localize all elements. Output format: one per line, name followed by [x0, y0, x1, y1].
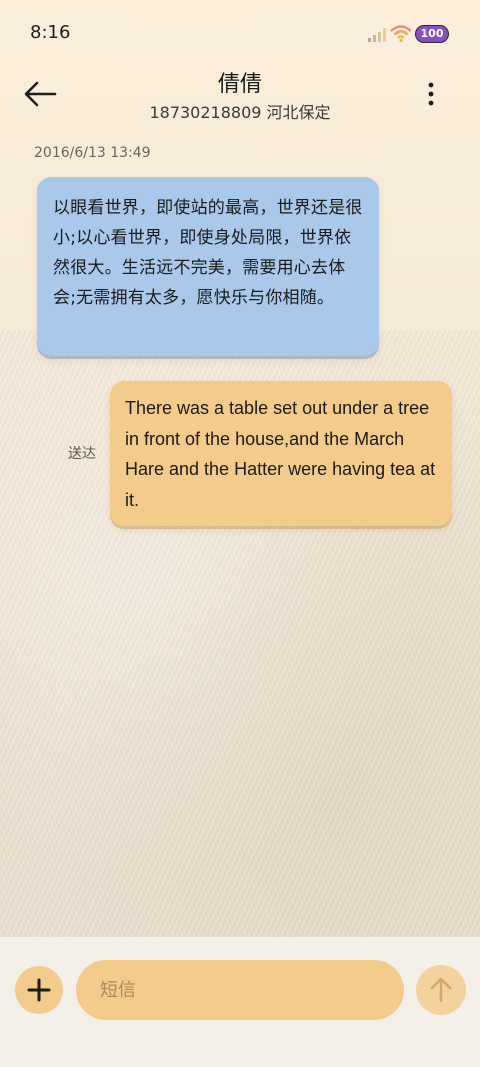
add-attachment-button[interactable] [15, 966, 63, 1014]
outgoing-message-text: There was a table set out under a tree i… [125, 398, 436, 510]
contact-name: 倩倩 [217, 72, 262, 97]
send-arrow-icon [430, 977, 452, 1003]
contact-subtitle: 18730218809 河北保定 [149, 103, 331, 122]
wifi-icon [390, 25, 412, 42]
signal-icon [368, 28, 386, 42]
incoming-message-text: 以眼看世界，即使站的最高，世界还是很小;以心看世界，即使身处局限，世界依然很大。… [53, 198, 363, 308]
message-timestamp: 2016/6/13 13:49 [34, 145, 151, 161]
outgoing-message-bubble[interactable]: There was a table set out under a tree i… [110, 381, 452, 526]
more-vertical-icon [428, 82, 434, 106]
incoming-message-bubble[interactable]: 以眼看世界，即使站的最高，世界还是很小;以心看世界，即使身处局限，世界依然很大。… [37, 177, 379, 356]
message-input[interactable] [76, 960, 404, 1020]
delivery-status: 送达 [68, 446, 96, 462]
battery-icon: 100 [415, 25, 449, 43]
more-options-button[interactable] [418, 80, 444, 110]
status-bar: 8:16 100 [0, 0, 480, 68]
send-button[interactable] [416, 965, 466, 1015]
plus-icon [27, 978, 51, 1002]
status-time: 8:16 [30, 22, 71, 43]
